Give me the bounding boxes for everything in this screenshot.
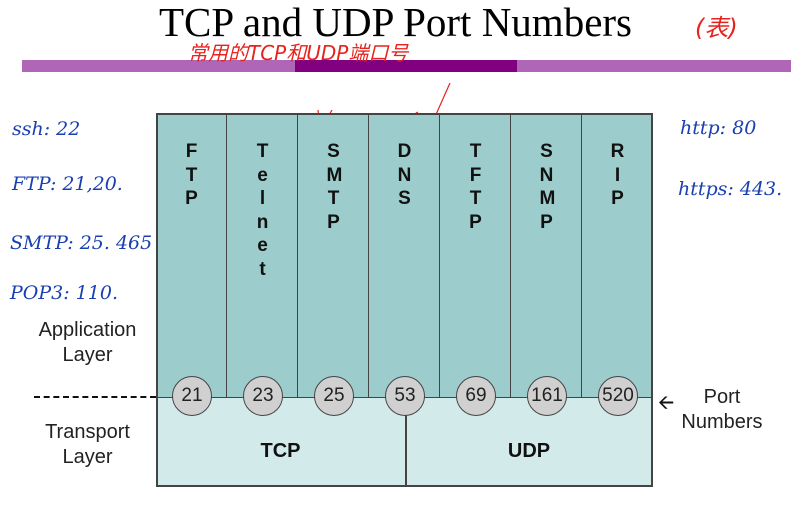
subtitle-handwritten-note: 常用的TCP和UDP端口号 <box>188 41 409 65</box>
note-smtp: SMTP: 25. 465 <box>10 232 153 254</box>
port-numbers-label: Port Numbers <box>681 386 763 433</box>
port-number-circle: 53 <box>385 376 425 416</box>
application-layer-label: Application Layer <box>38 319 137 366</box>
tcp-label: TCP <box>260 440 301 462</box>
protocol-name: FTP <box>185 141 198 209</box>
port-number-circle: 161 <box>527 376 567 416</box>
note-pop3: POP3: 110. <box>10 282 118 304</box>
layer-boundary-dashed-line <box>34 396 156 398</box>
note-ssh: ssh: 22 <box>12 118 81 140</box>
port-number-circle: 520 <box>598 376 638 416</box>
port-number-circle: 21 <box>172 376 212 416</box>
protocol-name: SMTP <box>326 141 343 233</box>
protocol-name: RIP <box>610 141 625 209</box>
protocol-name: SNMP <box>539 141 556 233</box>
protocol-name: Telnet <box>256 141 269 280</box>
note-http: http: 80 <box>680 117 757 139</box>
transport-layer-label: Transport Layer <box>45 421 130 468</box>
port-number-circle: 25 <box>314 376 354 416</box>
port-number-circle: 69 <box>456 376 496 416</box>
note-https: https: 443. <box>678 178 783 200</box>
protocol-name: DNS <box>397 141 412 209</box>
udp-label: UDP <box>507 440 551 462</box>
port-number-circle: 23 <box>243 376 283 416</box>
protocol-name: TFTP <box>469 141 482 233</box>
note-ftp: FTP: 21,20. <box>12 173 123 195</box>
title-handwritten-note: (表) <box>695 14 738 42</box>
